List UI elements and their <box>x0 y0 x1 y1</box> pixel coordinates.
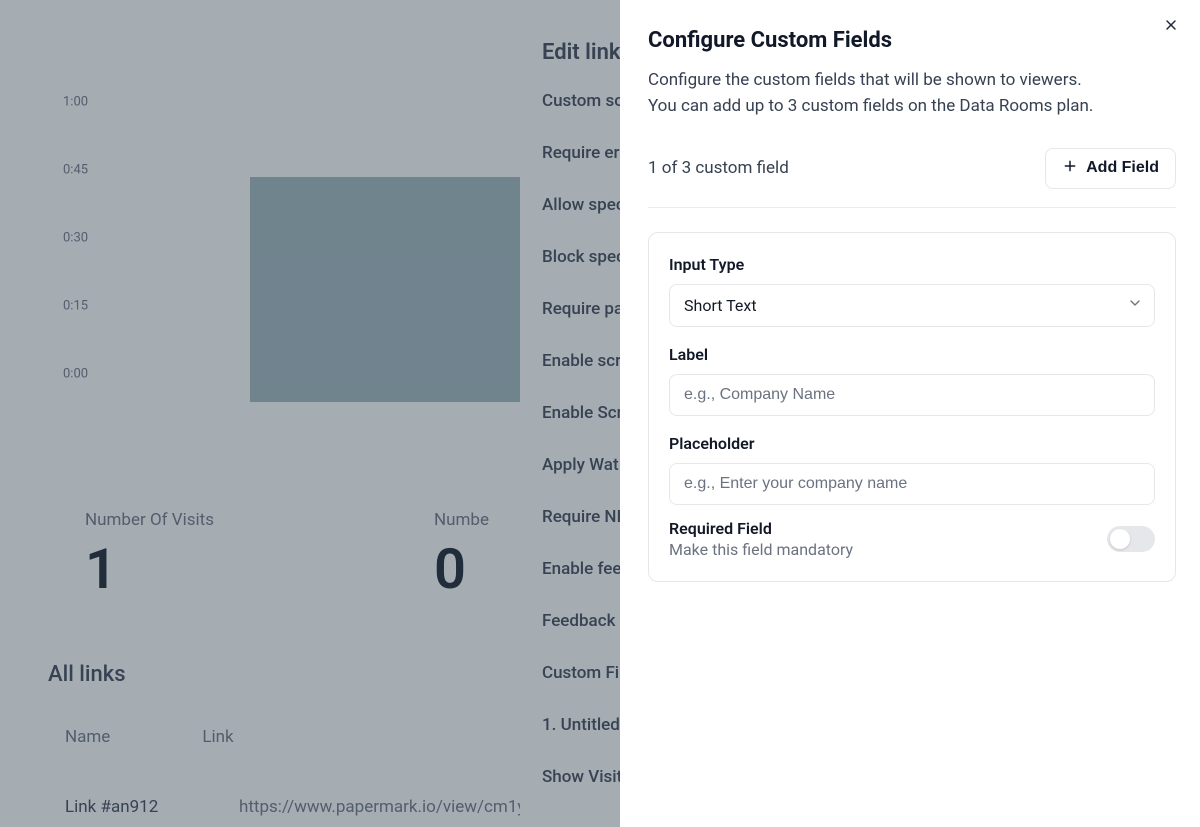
panel-subtitle: Configure the custom fields that will be… <box>648 67 1176 120</box>
input-type-label: Input Type <box>669 255 1155 274</box>
label-field-label: Label <box>669 345 1155 364</box>
subtitle-line: You can add up to 3 custom fields on the… <box>648 96 1093 116</box>
panel-title: Configure Custom Fields <box>648 28 1176 53</box>
close-icon <box>1163 17 1179 37</box>
required-field-sub: Make this field mandatory <box>669 540 853 559</box>
required-field-label: Required Field <box>669 519 853 538</box>
close-button[interactable] <box>1160 16 1182 38</box>
toggle-knob <box>1110 529 1130 549</box>
configure-custom-fields-panel: Configure Custom Fields Configure the cu… <box>620 0 1200 827</box>
placeholder-field-label: Placeholder <box>669 434 1155 453</box>
input-type-select[interactable]: Short Text <box>669 284 1155 327</box>
custom-field-card: Input Type Short Text Label Placeholder … <box>648 232 1176 582</box>
subtitle-line: Configure the custom fields that will be… <box>648 70 1082 90</box>
required-toggle[interactable] <box>1107 526 1155 552</box>
label-input[interactable] <box>669 374 1155 416</box>
plus-icon <box>1062 158 1078 179</box>
add-field-button[interactable]: Add Field <box>1045 148 1176 189</box>
placeholder-input[interactable] <box>669 463 1155 505</box>
add-field-label: Add Field <box>1086 159 1159 177</box>
field-count-text: 1 of 3 custom field <box>648 158 789 178</box>
